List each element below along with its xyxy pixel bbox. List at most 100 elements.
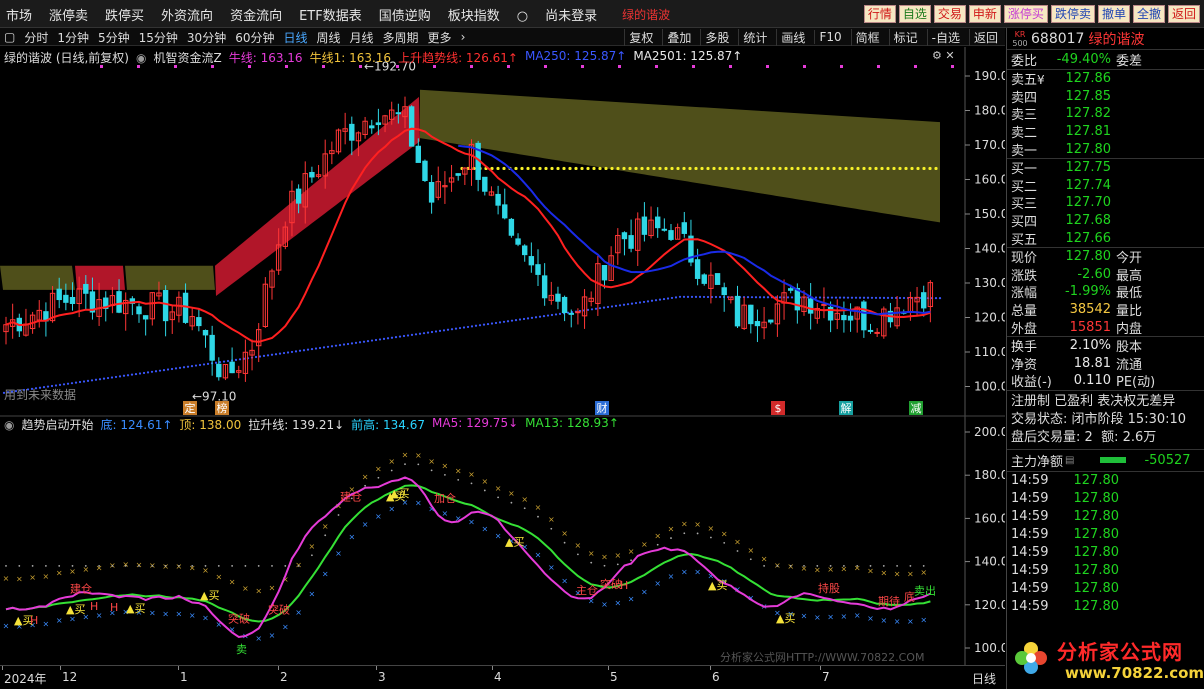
menu-limit-down-buy[interactable]: 跌停买 bbox=[105, 5, 144, 24]
ma2501-dot bbox=[274, 353, 278, 356]
tool-button-0[interactable]: 复权 bbox=[624, 28, 657, 46]
ma2501-dot bbox=[374, 338, 378, 342]
bottom-marker: × bbox=[628, 594, 635, 603]
main-y-tick-label: 180.0 bbox=[974, 104, 1005, 118]
ask-row-0[interactable]: 卖五¥ 127.86 bbox=[1007, 70, 1204, 88]
tool-button-2[interactable]: 多股 bbox=[700, 28, 733, 46]
more-chevron-icon[interactable]: › bbox=[461, 30, 466, 44]
signal-label-17: 主仓 bbox=[576, 583, 598, 597]
main-chart-title[interactable]: 绿的谐波 (日线,前复权) bbox=[4, 49, 129, 66]
tool-button-3[interactable]: 统计 bbox=[738, 28, 771, 46]
trend-indicator-chart[interactable]: 200.0 180.0 160.0 140.0 120.0 100.0 分析家公式网HTTP… bbox=[0, 417, 1005, 665]
bid-row-4[interactable]: 买五 127.66 bbox=[1007, 229, 1204, 248]
tool-button-9[interactable]: 返回 bbox=[968, 28, 1002, 46]
menu-foreign-flow[interactable]: 外资流向 bbox=[161, 5, 213, 24]
future-data-label: 用到未来数据 bbox=[4, 387, 76, 402]
stat-label: 涨跌 bbox=[1011, 268, 1038, 284]
bid-row-0[interactable]: 买一 127.75 bbox=[1007, 159, 1204, 177]
x-axis-period[interactable]: 日线 bbox=[972, 670, 996, 687]
sub-y-tick-label: 140.0 bbox=[974, 555, 1005, 569]
ask-row-4[interactable]: 卖一 127.80 bbox=[1007, 140, 1204, 159]
bottom-marker: × bbox=[255, 634, 262, 643]
tool-button-7[interactable]: 标记 bbox=[888, 28, 922, 46]
indicator-dropdown-icon[interactable]: ◉ bbox=[136, 51, 146, 65]
sub-indicator-icon[interactable]: ◉ bbox=[4, 418, 14, 432]
quick-button-4[interactable]: 涨停买 bbox=[1003, 5, 1048, 23]
period-tab-8[interactable]: 月线 bbox=[350, 29, 374, 46]
lift-line-dot bbox=[257, 565, 260, 567]
main-kline-chart[interactable]: 190.0 180.0 170.0 160.0 150.0 140.0 130.0 120.0… bbox=[0, 47, 1005, 417]
bid-row-1[interactable]: 买二 127.74 bbox=[1007, 177, 1204, 195]
candle-body bbox=[196, 317, 202, 327]
menu-limit-up-sell[interactable]: 涨停卖 bbox=[49, 5, 88, 24]
period-tab-10[interactable]: 更多 bbox=[428, 29, 452, 46]
main-y-tick-label: 100.0 bbox=[974, 380, 1005, 394]
tool-button-5[interactable]: F10 bbox=[814, 30, 845, 44]
bid-row-3[interactable]: 买四 127.68 bbox=[1007, 212, 1204, 230]
tool-button-8[interactable]: -自选 bbox=[926, 28, 964, 46]
candle-body bbox=[162, 290, 169, 322]
trade-status: 交易状态: 闭市阶段 15:30:10 bbox=[1011, 411, 1200, 429]
tool-button-1[interactable]: 叠加 bbox=[662, 28, 695, 46]
ma2501-dot bbox=[234, 358, 238, 361]
quick-button-1[interactable]: 自选 bbox=[898, 5, 931, 23]
ma2501-dot bbox=[890, 296, 894, 299]
period-tab-4[interactable]: 30分钟 bbox=[187, 29, 226, 46]
ma2501-dot bbox=[418, 332, 422, 335]
quick-button-8[interactable]: 返回 bbox=[1167, 5, 1200, 23]
lift-line-dot bbox=[164, 565, 167, 567]
period-tab-0[interactable]: 分时 bbox=[24, 29, 48, 46]
bid-row-2[interactable]: 买三 127.70 bbox=[1007, 194, 1204, 212]
chart-close-icon[interactable]: ✕ bbox=[945, 49, 954, 62]
tool-button-6[interactable]: 简框 bbox=[850, 28, 884, 46]
candle-body bbox=[841, 314, 847, 321]
period-tab-2[interactable]: 5分钟 bbox=[98, 29, 130, 46]
tick-row-7: 14:59 127.80 bbox=[1007, 598, 1204, 616]
top-marker: × bbox=[814, 566, 821, 575]
chart-settings-icon[interactable]: ⚙ bbox=[932, 49, 942, 62]
menu-etf-table[interactable]: ETF数据表 bbox=[299, 5, 362, 24]
ma2501-dot bbox=[390, 336, 394, 339]
ask-row-2[interactable]: 卖三 127.82 bbox=[1007, 105, 1204, 123]
period-tab-9[interactable]: 多周期 bbox=[383, 29, 419, 46]
lift-line-dot bbox=[337, 514, 340, 516]
ma2501-dot bbox=[226, 359, 230, 363]
menu-capital-flow[interactable]: 资金流向 bbox=[230, 5, 282, 24]
quick-button-6[interactable]: 撤单 bbox=[1097, 5, 1130, 23]
signal-dot bbox=[877, 65, 880, 68]
indicator-name[interactable]: 机智资金流Z bbox=[153, 49, 221, 66]
toolbar-square-icon[interactable]: ▢ bbox=[4, 30, 15, 44]
x-axis-bar: 2024年 12 1 2 3 4 5 6 7 日线 bbox=[0, 665, 1005, 689]
period-tab-6[interactable]: 日线 bbox=[283, 29, 307, 46]
quick-button-2[interactable]: 交易 bbox=[933, 5, 966, 23]
ma2501-dot bbox=[938, 297, 942, 300]
period-tab-7[interactable]: 周线 bbox=[317, 29, 341, 46]
login-status[interactable]: ○ 尚未登录 bbox=[517, 5, 614, 24]
weibi-value: -49.40% bbox=[1056, 52, 1111, 67]
main-y-tick-label: 170.0 bbox=[974, 138, 1005, 152]
ma2501-dot bbox=[886, 296, 890, 299]
ma2501-dot bbox=[546, 314, 550, 317]
quick-button-3[interactable]: 申新 bbox=[968, 5, 1001, 23]
ask-row-3[interactable]: 卖二 127.81 bbox=[1007, 123, 1204, 141]
menu-sector-index[interactable]: 板块指数 bbox=[448, 5, 500, 24]
ma2501-dot bbox=[882, 296, 886, 299]
menu-repo[interactable]: 国债逆购 bbox=[379, 5, 431, 24]
ask-row-1[interactable]: 卖四 127.85 bbox=[1007, 88, 1204, 106]
period-tab-1[interactable]: 1分钟 bbox=[57, 29, 89, 46]
period-tab-3[interactable]: 15分钟 bbox=[139, 29, 178, 46]
quick-button-0[interactable]: 行情 bbox=[863, 5, 896, 23]
low-price-label: ←97.10 bbox=[192, 390, 236, 404]
ma2501-dot bbox=[106, 376, 110, 380]
tool-button-4[interactable]: 画线 bbox=[776, 28, 809, 46]
ma2501-dot bbox=[302, 349, 306, 352]
period-tab-5[interactable]: 60分钟 bbox=[235, 29, 274, 46]
net-flow-menu-icon[interactable]: ▤ bbox=[1065, 455, 1074, 466]
resistance-dot bbox=[694, 166, 698, 171]
quick-button-7[interactable]: 全撤 bbox=[1132, 5, 1165, 23]
sub-chart-title[interactable]: 趋势启动开始 bbox=[21, 416, 93, 433]
bottom-marker: × bbox=[375, 512, 382, 521]
quick-button-5[interactable]: 跌停卖 bbox=[1050, 5, 1095, 23]
menu-market[interactable]: 市场 bbox=[6, 5, 32, 24]
candle-body bbox=[136, 306, 142, 315]
